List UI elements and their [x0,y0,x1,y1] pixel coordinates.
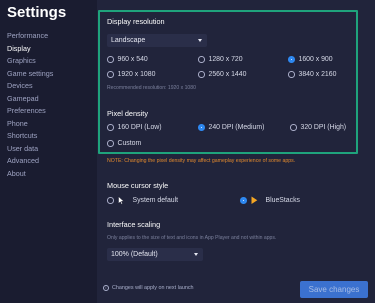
sidebar-item-game-settings[interactable]: Game settings [7,68,53,81]
radio-checked-icon [198,124,205,131]
density-option-label: 320 DPI (High) [300,124,347,131]
radio-icon [107,140,114,147]
chevron-down-icon [194,252,198,256]
interface-scaling-select[interactable]: 100% (Default) [107,248,203,261]
orientation-value: Landscape [111,37,146,44]
resolution-option-3840[interactable]: 3840 x 2160 [288,71,336,78]
density-option-custom[interactable]: Custom [107,140,141,147]
sidebar-title: Settings [7,4,67,21]
sidebar-item-shortcuts[interactable]: Shortcuts [7,130,53,143]
bluestacks-cursor-icon [251,196,257,204]
sidebar: Settings Performance Display Graphics Ga… [0,0,95,303]
radio-icon [198,56,205,63]
mouse-cursor-title: Mouse cursor style [107,181,169,190]
orientation-select[interactable]: Landscape [107,34,207,47]
radio-icon [288,71,295,78]
cursor-option-system[interactable]: System default [107,196,178,205]
sidebar-item-about[interactable]: About [7,168,53,181]
sidebar-item-user-data[interactable]: User data [7,143,53,156]
sidebar-item-gamepad[interactable]: Gamepad [7,93,53,106]
settings-content: Display resolution Landscape 960 x 540 1… [97,0,375,303]
footer-bar: i Changes will apply on next launch Save… [97,279,375,303]
resolution-option-1280[interactable]: 1280 x 720 [198,56,243,63]
highlight-frame [98,10,358,154]
density-option-320[interactable]: 320 DPI (High) [290,124,346,131]
resolution-option-960[interactable]: 960 x 540 [107,56,148,63]
sidebar-item-devices[interactable]: Devices [7,80,53,93]
cursor-option-label: System default [132,197,179,204]
interface-scaling-hint: Only applies to the size of text and ico… [107,235,277,241]
resolution-option-label: 1920 x 1080 [117,71,156,78]
density-option-label: 240 DPI (Medium) [208,124,265,131]
pixel-density-note: NOTE: Changing the pixel density may aff… [107,158,296,164]
save-changes-button[interactable]: Save changes [300,281,368,298]
footer-note: i Changes will apply on next launch [103,285,194,291]
pixel-density-title: Pixel density [107,109,148,118]
cursor-option-bluestacks[interactable]: BlueStacks [240,196,300,205]
settings-window: Settings Performance Display Graphics Ga… [0,0,375,303]
resolution-option-label: 960 x 540 [117,56,148,63]
sidebar-item-advanced[interactable]: Advanced [7,155,53,168]
interface-scaling-title: Interface scaling [107,220,161,229]
sidebar-item-performance[interactable]: Performance [7,30,53,43]
radio-checked-icon [240,197,247,204]
recommended-resolution: Recommended resolution: 1920 x 1080 [107,85,196,91]
sidebar-nav: Performance Display Graphics Game settin… [7,30,53,180]
sidebar-item-display[interactable]: Display [7,43,53,56]
sidebar-item-graphics[interactable]: Graphics [7,55,53,68]
interface-scaling-value: 100% (Default) [111,251,158,258]
density-option-label: 160 DPI (Low) [117,124,162,131]
cursor-option-label: BlueStacks [265,197,300,204]
resolution-option-1920[interactable]: 1920 x 1080 [107,71,155,78]
sidebar-item-phone[interactable]: Phone [7,118,53,131]
resolution-option-2560[interactable]: 2560 x 1440 [198,71,246,78]
radio-icon [290,124,297,131]
radio-icon [107,71,114,78]
radio-checked-icon [288,56,295,63]
display-resolution-title: Display resolution [107,17,165,26]
footer-note-text: Changes will apply on next launch [112,285,194,291]
sidebar-item-preferences[interactable]: Preferences [7,105,53,118]
resolution-option-label: 2560 x 1440 [208,71,247,78]
chevron-down-icon [198,38,202,42]
radio-icon [198,71,205,78]
resolution-option-label: 3840 x 2160 [298,71,337,78]
radio-icon [107,124,114,131]
resolution-option-label: 1600 x 900 [298,56,333,63]
radio-icon [107,56,114,63]
resolution-option-label: 1280 x 720 [208,56,243,63]
arrow-cursor-icon [117,196,124,205]
density-option-label: Custom [117,140,142,147]
info-icon: i [103,285,109,291]
density-option-240[interactable]: 240 DPI (Medium) [198,124,264,131]
density-option-160[interactable]: 160 DPI (Low) [107,124,162,131]
resolution-option-1600[interactable]: 1600 x 900 [288,56,333,63]
radio-icon [107,197,114,204]
